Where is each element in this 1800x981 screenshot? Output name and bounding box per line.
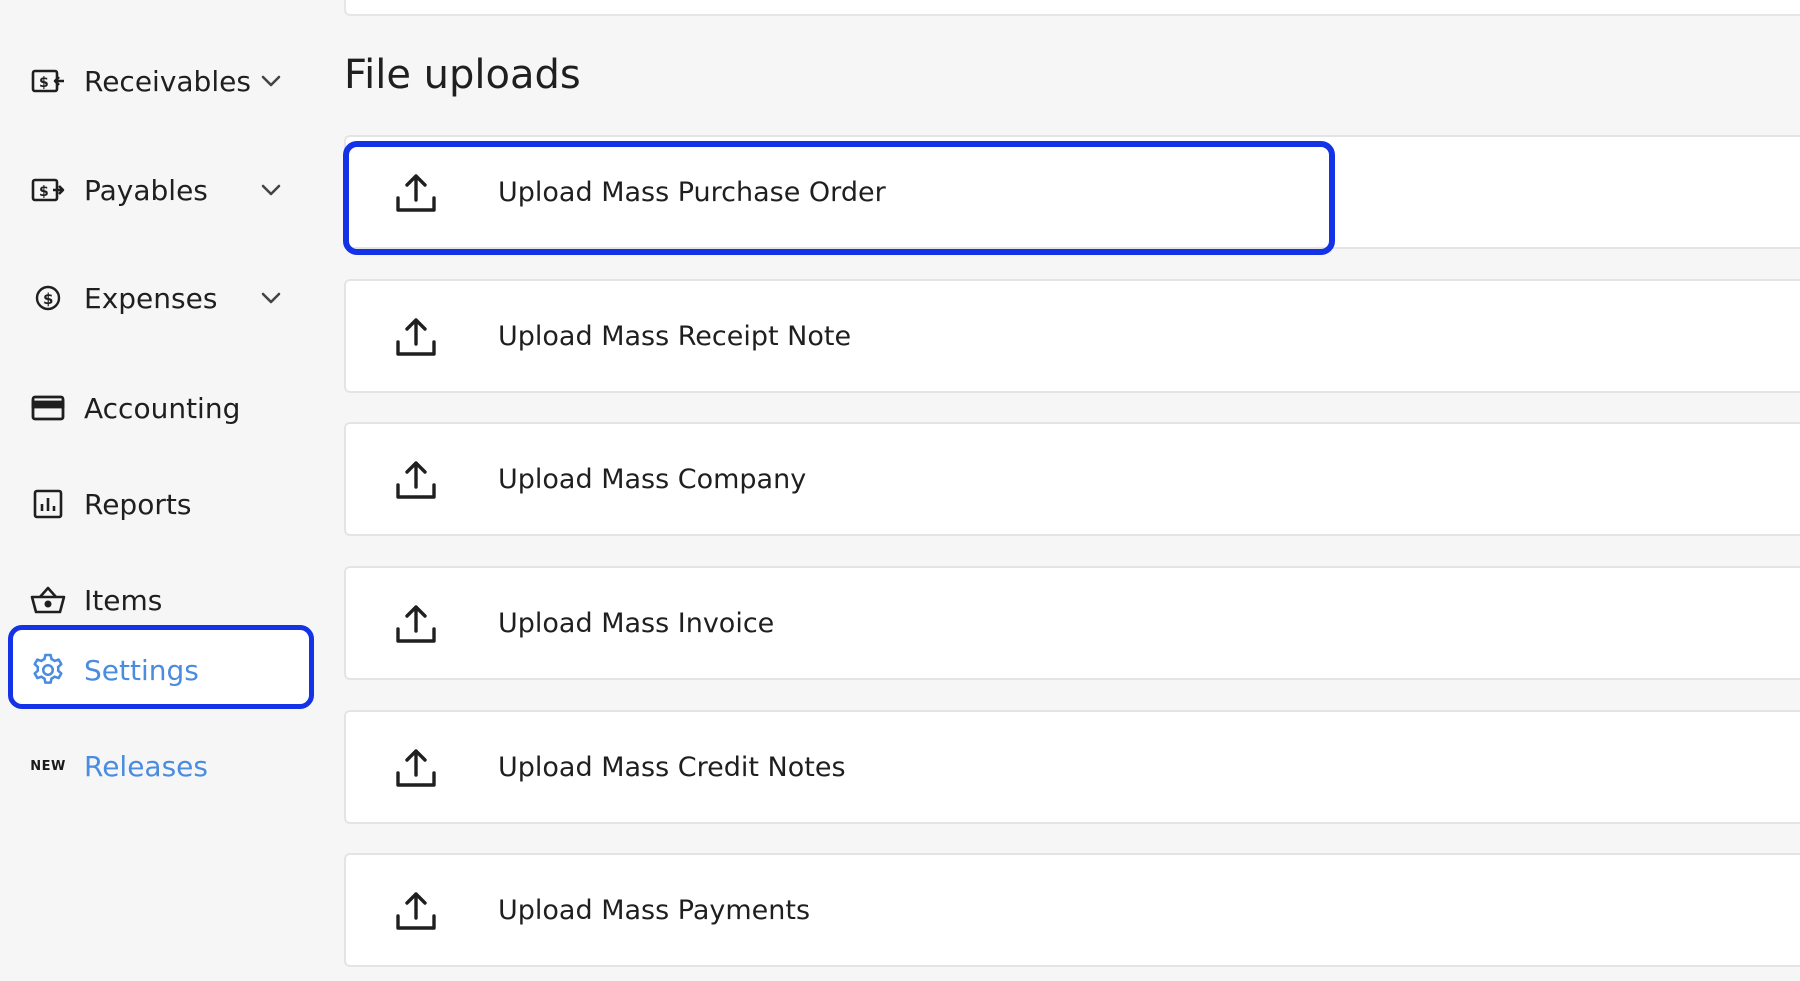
svg-text:$: $: [39, 75, 49, 91]
upload-mass-company-button[interactable]: Upload Mass Company: [344, 422, 1800, 536]
sidebar-item-payables[interactable]: $ Payables: [28, 162, 281, 218]
gear-icon: [28, 650, 68, 690]
upload-icon: [392, 170, 440, 218]
basket-icon: [28, 580, 68, 620]
upload-mass-purchase-order-button[interactable]: Upload Mass Purchase Order: [344, 135, 1800, 249]
sidebar-item-label: Reports: [84, 487, 192, 521]
upload-icon: [392, 745, 440, 793]
credit-card-icon: [28, 388, 68, 428]
sidebar-item-label: Expenses: [84, 281, 218, 315]
upload-label: Upload Mass Receipt Note: [498, 320, 852, 352]
sidebar-item-label: Settings: [84, 653, 199, 687]
sidebar-item-items[interactable]: Items: [28, 572, 162, 628]
upload-mass-credit-notes-button[interactable]: Upload Mass Credit Notes: [344, 710, 1800, 824]
sidebar-item-receivables[interactable]: $ Receivables: [28, 53, 281, 109]
top-panel-edge: [344, 0, 1800, 16]
sidebar-item-label: Releases: [84, 749, 208, 783]
upload-label: Upload Mass Payments: [498, 894, 811, 926]
upload-label: Upload Mass Invoice: [498, 607, 775, 639]
chevron-down-icon[interactable]: [257, 67, 285, 95]
sidebar: $ Receivables $ Payables $ Expenses Acco…: [0, 0, 330, 981]
sidebar-item-label: Items: [84, 583, 163, 617]
payables-icon: $: [28, 170, 68, 210]
upload-icon: [392, 314, 440, 362]
svg-text:$: $: [43, 290, 53, 308]
sidebar-item-label: Receivables: [84, 64, 251, 98]
upload-icon: [392, 457, 440, 505]
upload-label: Upload Mass Company: [498, 463, 807, 495]
page-title: File uploads: [344, 52, 581, 98]
upload-mass-receipt-note-button[interactable]: Upload Mass Receipt Note: [344, 279, 1800, 393]
sidebar-item-reports[interactable]: Reports: [28, 476, 191, 532]
chevron-down-icon[interactable]: [257, 176, 285, 204]
bar-chart-icon: [28, 484, 68, 524]
sidebar-item-settings[interactable]: Settings: [28, 642, 199, 698]
upload-icon: [392, 888, 440, 936]
receivables-icon: $: [28, 61, 68, 101]
upload-icon: [392, 601, 440, 649]
upload-label: Upload Mass Purchase Order: [498, 176, 886, 208]
sidebar-item-label: Accounting: [84, 391, 241, 425]
upload-mass-payments-button[interactable]: Upload Mass Payments: [344, 853, 1800, 967]
sidebar-item-accounting[interactable]: Accounting: [28, 380, 240, 436]
sidebar-item-releases[interactable]: NEW Releases: [28, 738, 208, 794]
new-badge: NEW: [30, 758, 66, 774]
upload-label: Upload Mass Credit Notes: [498, 751, 846, 783]
svg-text:$: $: [39, 184, 49, 200]
dollar-circle-icon: $: [28, 278, 68, 318]
sidebar-item-expenses[interactable]: $ Expenses: [28, 270, 281, 326]
chevron-down-icon[interactable]: [257, 284, 285, 312]
upload-mass-invoice-button[interactable]: Upload Mass Invoice: [344, 566, 1800, 680]
sidebar-item-label: Payables: [84, 173, 208, 207]
